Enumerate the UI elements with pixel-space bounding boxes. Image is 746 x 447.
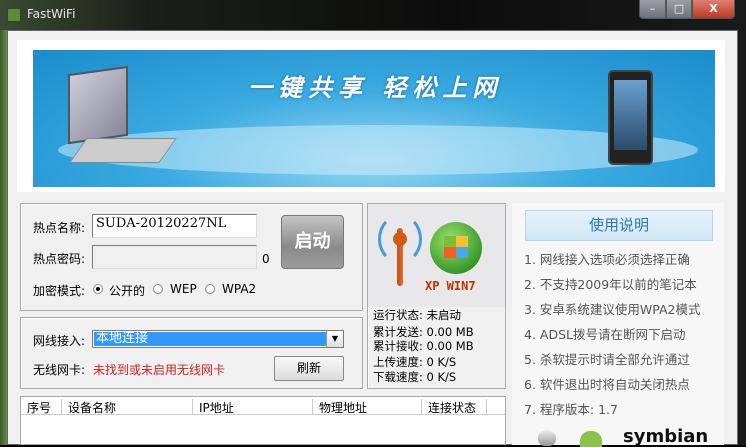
stat-label: 下载速度: (373, 370, 423, 384)
window-border (0, 30, 7, 445)
stat-row: 累计发送: 0.00 MB (373, 326, 474, 339)
password-length: 0 (262, 252, 270, 266)
stat-label: 运行状态: (373, 308, 423, 322)
radio-wep[interactable] (153, 284, 163, 294)
tablet-icon (608, 70, 653, 165)
help-tip: 3. 安卓系统建议使用WPA2模式 (524, 302, 701, 317)
help-tip: 7. 程序版本: 1.7 (524, 402, 618, 417)
radio-wpa2[interactable] (205, 284, 215, 294)
close-button[interactable]: X (692, 0, 735, 19)
hotspot-name-label: 热点名称: (33, 221, 86, 235)
help-tip: 4. ADSL拨号请在断网下启动 (524, 327, 686, 342)
laptop-icon (68, 65, 128, 145)
help-tip: 6. 软件退出时将自动关闭热点 (524, 377, 690, 392)
column-header-mac[interactable]: 物理地址 (313, 399, 422, 415)
stat-value: 0 K/S (426, 355, 457, 369)
radio-open[interactable] (93, 284, 103, 294)
stat-row: 上传速度: 0 K/S (373, 356, 456, 369)
stat-row: 运行状态: 未启动 (373, 309, 461, 322)
encryption-label: 加密模式: (33, 284, 86, 298)
chevron-down-icon[interactable]: ▼ (326, 331, 343, 347)
wired-label: 网线接入: (33, 334, 86, 348)
wired-select-value: 本地连接 (94, 332, 326, 346)
window-title: FastWiFi (27, 7, 76, 21)
stat-value: 0.00 MB (426, 339, 474, 353)
column-header-status[interactable]: 连接状态 (422, 399, 487, 415)
refresh-button[interactable]: 刷新 (274, 356, 344, 381)
wired-select[interactable]: 本地连接 ▼ (92, 330, 344, 348)
banner-slogan: 一键共享 轻松上网 (248, 74, 503, 102)
radio-open-label[interactable]: 公开的 (109, 282, 145, 299)
help-tip: 1. 网线接入选项必须选择正确 (524, 252, 690, 267)
apple-icon (538, 430, 556, 446)
stat-label: 上传速度: (373, 355, 423, 369)
column-header-index[interactable]: 序号 (21, 399, 62, 415)
stat-value: 0.00 MB (426, 325, 474, 339)
banner-image: 一键共享 轻松上网 (33, 50, 715, 187)
table-header: 序号 设备名称 IP地址 物理地址 连接状态 (21, 397, 505, 415)
hotspot-password-label: 热点密码: (33, 252, 86, 266)
maximize-button[interactable]: □ (666, 0, 692, 19)
laptop-base (69, 138, 177, 163)
help-tip: 2. 不支持2009年以前的笔记本 (524, 277, 697, 292)
stat-label: 累计接收: (373, 339, 423, 353)
platform-logos: symbian (535, 426, 715, 447)
window-border (738, 30, 746, 445)
start-button[interactable]: 启动 (281, 215, 344, 269)
device-table[interactable]: 序号 设备名称 IP地址 物理地址 连接状态 (20, 396, 506, 445)
windows-logo-icon (430, 222, 482, 274)
stat-label: 累计发送: (373, 325, 423, 339)
stat-value: 未启动 (426, 308, 462, 322)
app-icon (7, 8, 21, 22)
stat-row: 累计接收: 0.00 MB (373, 340, 474, 353)
help-title-button[interactable]: 使用说明 (525, 210, 713, 241)
stat-row: 下载速度: 0 K/S (373, 371, 456, 384)
wireless-label: 无线网卡: (33, 363, 86, 377)
hotspot-password-input[interactable] (92, 245, 257, 269)
column-header-ip[interactable]: IP地址 (193, 399, 313, 415)
symbian-logo: symbian (623, 426, 709, 447)
radio-wpa2-label[interactable]: WPA2 (222, 282, 256, 296)
stat-value: 0 K/S (426, 370, 457, 384)
column-header-device-name[interactable]: 设备名称 (62, 399, 193, 415)
title-bar[interactable]: FastWiFi – □ X (0, 0, 746, 31)
help-tip: 5. 杀软提示时请全部允许通过 (524, 352, 690, 367)
minimize-button[interactable]: – (639, 0, 666, 19)
antenna-head (393, 232, 407, 246)
os-badge: XP WIN7 (425, 279, 476, 293)
wireless-status: 未找到或未启用无线网卡 (93, 363, 226, 377)
radio-wep-label[interactable]: WEP (170, 282, 197, 296)
hotspot-name-input[interactable]: SUDA-20120227NL (92, 214, 257, 238)
